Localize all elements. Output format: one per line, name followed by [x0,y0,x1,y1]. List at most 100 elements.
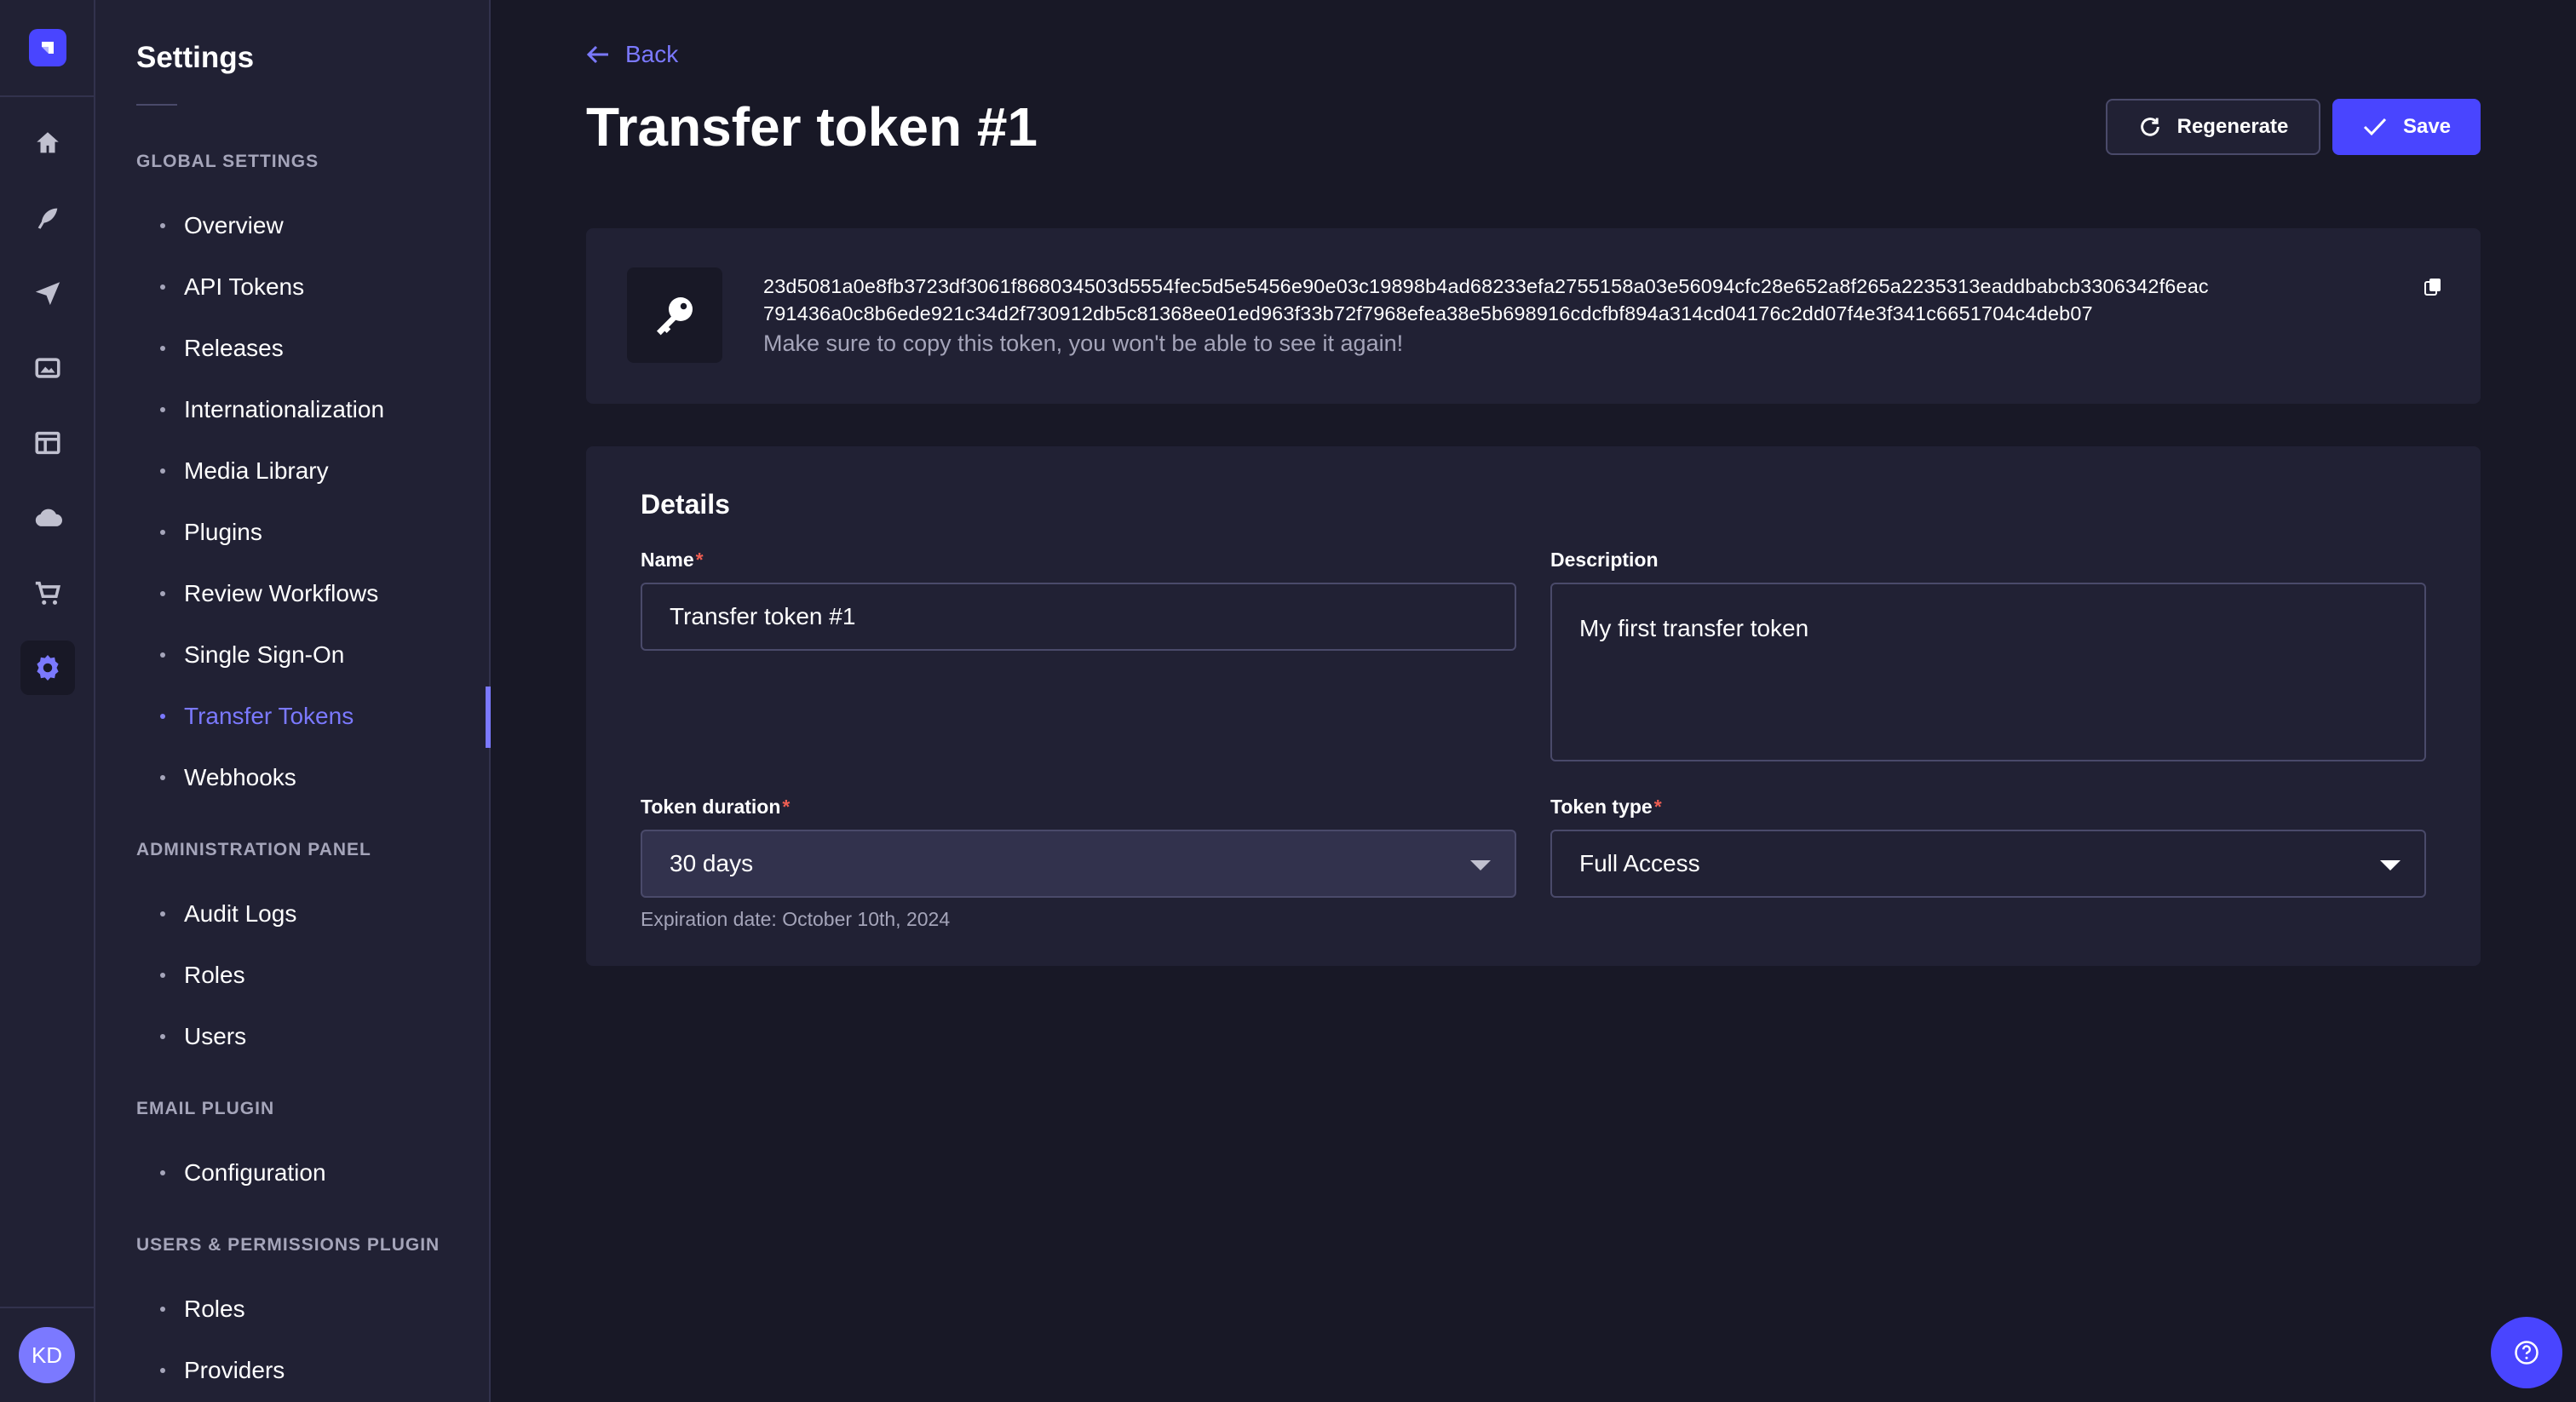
cart-icon[interactable] [20,566,75,620]
sidebar-item-label: Media Library [184,457,329,484]
name-label: Name* [641,549,704,572]
bullet-icon [160,530,165,535]
back-link[interactable]: Back [586,41,678,68]
arrow-left-icon [586,45,608,64]
layout-icon[interactable] [20,416,75,470]
sidebar-item-label: Review Workflows [184,580,379,606]
chevron-down-icon [1470,860,1491,871]
token-value-line-1: 23d5081a0e8fb3723df3061f868034503d5554fe… [763,275,2209,297]
sidebar-item-users[interactable]: Users [150,1020,246,1054]
token-type-value: Full Access [1579,850,1700,876]
token-value[interactable]: 23d5081a0e8fb3723df3061f868034503d5554fe… [763,273,2416,327]
save-label: Save [2402,115,2452,138]
token-warning-note: Make sure to copy this token, you won't … [763,330,1404,356]
sidebar-item-label: Audit Logs [184,900,297,927]
bullet-icon [160,714,165,719]
rail-divider-bottom [0,1307,95,1308]
bullet-icon [160,591,165,596]
settings-title-rule [136,104,177,106]
check-icon [2363,118,2387,136]
paper-plane-icon[interactable] [20,266,75,320]
sidebar-item-label: Users [184,1023,247,1049]
token-value-line-2: 791436a0c8b6ede921c34d2f730912db5c81368e… [763,302,2093,325]
sidebar-item-internationalization[interactable]: Internationalization [150,393,384,427]
bullet-icon [160,223,165,228]
chevron-down-icon [2380,860,2401,871]
settings-title: Settings [136,41,255,74]
sidebar-item-overview[interactable]: Overview [150,209,284,243]
bullet-icon [160,973,165,978]
save-button[interactable]: Save [2332,99,2481,155]
sidebar-item-label: Transfer Tokens [184,703,354,729]
token-type-select[interactable]: Full Access [1550,830,2426,898]
avatar[interactable]: KD [19,1327,75,1383]
key-icon [657,297,693,336]
bullet-icon [160,775,165,780]
images-icon[interactable] [20,341,75,395]
section-label-email-plugin: EMAIL PLUGIN [136,1099,275,1118]
required-asterisk: * [1653,796,1662,818]
bullet-icon [160,1307,165,1312]
bullet-icon [160,407,165,412]
cloud-icon[interactable] [20,491,75,545]
sidebar-item-audit-logs[interactable]: Audit Logs [150,897,296,931]
sidebar-item-releases[interactable]: Releases [150,331,284,365]
sidebar-item-label: Releases [184,335,284,361]
token-duration-label-text: Token duration [641,796,781,818]
sidebar-item-label: Plugins [184,519,262,545]
bullet-icon [160,652,165,658]
bullet-icon [160,468,165,474]
strapi-logo-icon[interactable] [29,29,66,66]
home-icon[interactable] [20,116,75,170]
description-textarea[interactable]: My first transfer token [1550,583,2426,761]
details-card: Details Name* Transfer token #1 Descript… [586,446,2481,966]
key-icon-box [627,267,722,363]
copy-icon[interactable] [2423,276,2443,301]
sidebar-item-plugins[interactable]: Plugins [150,515,262,549]
section-label-global-settings: GLOBAL SETTINGS [136,152,319,171]
sidebar-item-up-roles[interactable]: Roles [150,1292,245,1326]
sidebar-item-configuration[interactable]: Configuration [150,1156,326,1190]
sidebar-item-review-workflows[interactable]: Review Workflows [150,577,378,611]
sidebar-item-roles[interactable]: Roles [150,958,245,992]
sidebar-item-webhooks[interactable]: Webhooks [150,761,296,795]
sidebar-item-label: Webhooks [184,764,296,790]
bullet-icon [160,284,165,290]
sidebar-item-transfer-tokens[interactable]: Transfer Tokens [150,699,354,733]
page-title: Transfer token #1 [586,96,1038,158]
question-icon [2515,1341,2539,1365]
token-duration-value: 30 days [670,850,754,876]
bullet-icon [160,1034,165,1039]
token-card: 23d5081a0e8fb3723df3061f868034503d5554fe… [586,228,2481,404]
sidebar-item-media-library[interactable]: Media Library [150,454,329,488]
token-duration-select[interactable]: 30 days [641,830,1516,898]
sidebar-item-label: Providers [184,1357,285,1383]
feather-icon[interactable] [20,191,75,245]
settings-sidebar: Settings GLOBAL SETTINGS Overview API To… [95,0,491,1402]
active-item-indicator [486,687,491,748]
sidebar-item-single-sign-on[interactable]: Single Sign-On [150,638,344,672]
description-value: My first transfer token [1579,615,1809,641]
back-label: Back [625,41,679,67]
bullet-icon [160,911,165,916]
name-label-text: Name [641,549,694,571]
sidebar-item-label: Roles [184,1296,245,1322]
sidebar-item-providers[interactable]: Providers [150,1353,285,1388]
sidebar-item-api-tokens[interactable]: API Tokens [150,270,304,304]
bullet-icon [160,1368,165,1373]
refresh-icon [2140,118,2159,136]
regenerate-button[interactable]: Regenerate [2106,99,2320,155]
sidebar-item-label: Configuration [184,1159,326,1186]
expiration-hint: Expiration date: October 10th, 2024 [641,908,951,930]
gear-icon[interactable] [20,641,75,695]
sidebar-item-label: Internationalization [184,396,385,422]
name-input[interactable]: Transfer token #1 [641,583,1516,651]
section-label-users-permissions-plugin: USERS & PERMISSIONS PLUGIN [136,1235,440,1255]
section-label-administration-panel: ADMINISTRATION PANEL [136,840,371,859]
details-title: Details [641,489,730,520]
required-asterisk: * [782,796,791,818]
rail-divider [0,95,95,97]
help-button[interactable] [2491,1317,2562,1388]
avatar-initials: KD [31,1342,63,1368]
required-asterisk: * [695,549,704,571]
